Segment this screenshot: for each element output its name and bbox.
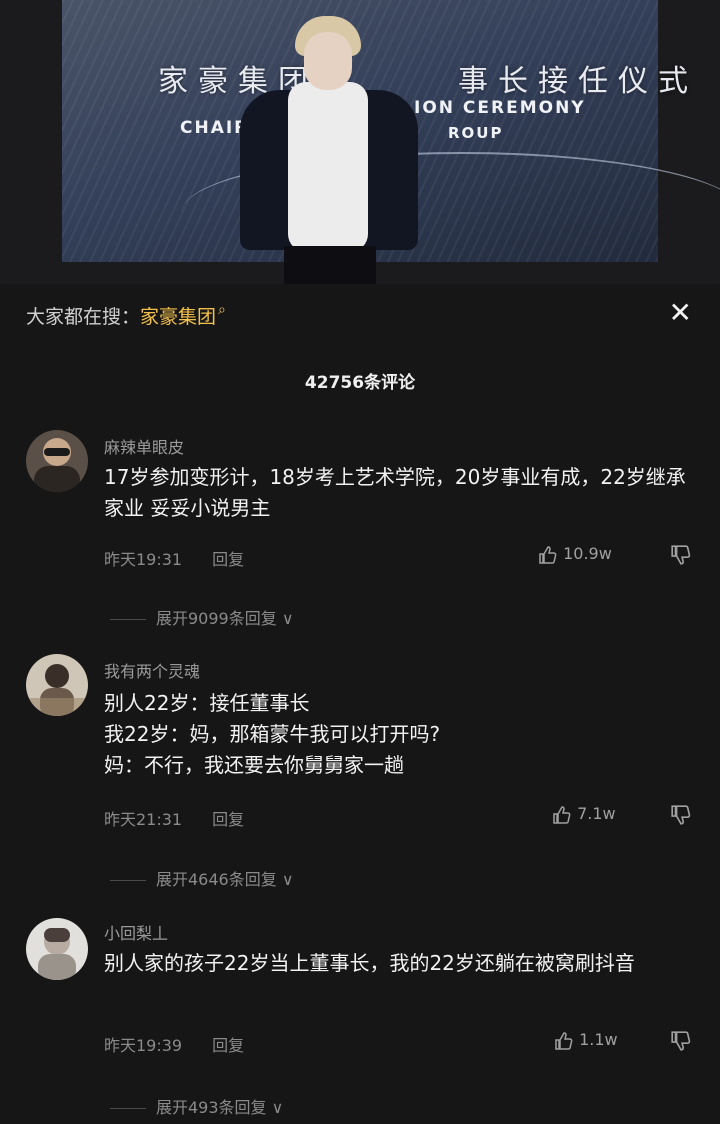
chevron-down-icon: ∨ bbox=[281, 609, 294, 628]
banner-english-line2: ROUP bbox=[448, 124, 504, 142]
comment-item: 小回梨丄 别人家的孩子22岁当上董事长，我的22岁还躺在被窝刷抖音 昨天19:3… bbox=[0, 918, 720, 1118]
chevron-down-icon: ∨ bbox=[281, 870, 294, 889]
reply-button[interactable]: 回复 bbox=[212, 1036, 244, 1055]
trending-search-term[interactable]: 家豪集团 bbox=[140, 306, 216, 328]
like-button[interactable]: 10.9w bbox=[538, 544, 612, 565]
expand-replies-label: 展开4646条回复 bbox=[156, 870, 277, 889]
comment-time: 昨天19:39 bbox=[104, 1036, 183, 1055]
thumbs-down-icon bbox=[671, 1031, 691, 1051]
banner-chinese-right: 事长接任仪式 bbox=[458, 64, 698, 99]
dislike-button[interactable] bbox=[670, 544, 692, 566]
trending-search-label: 大家都在搜： bbox=[26, 306, 141, 328]
divider-line bbox=[110, 1108, 146, 1109]
thumbs-down-icon bbox=[671, 545, 691, 565]
expand-replies-button[interactable]: 展开9099条回复 ∨ bbox=[110, 605, 294, 629]
banner-english-right: ION CEREMONY bbox=[414, 98, 586, 118]
comment-item: 麻辣单眼皮 17岁参加变形计，18岁考上艺术学院，20岁事业有成，22岁继承家业… bbox=[0, 430, 720, 630]
comment-text: 别人家的孩子22岁当上董事长，我的22岁还躺在被窝刷抖音 bbox=[104, 951, 635, 975]
comment-username[interactable]: 麻辣单眼皮 bbox=[104, 434, 184, 458]
reply-button[interactable]: 回复 bbox=[212, 550, 244, 569]
close-button[interactable]: ✕ bbox=[669, 296, 692, 329]
comment-text: 别人22岁：接任董事长 我22岁：妈，那箱蒙牛我可以打开吗? 妈：不行，我还要去… bbox=[104, 691, 441, 777]
thumbs-up-icon bbox=[553, 805, 571, 824]
like-button[interactable]: 7.1w bbox=[552, 804, 616, 825]
comment-meta: 昨天21:31 回复 bbox=[104, 806, 244, 830]
comments-panel: 大家都在搜：家豪集团 ⌕ ✕ 42756条评论 麻辣单眼皮 17岁参加变形计，18… bbox=[0, 284, 720, 1124]
expand-replies-label: 展开493条回复 bbox=[156, 1098, 267, 1117]
avatar[interactable] bbox=[26, 654, 88, 716]
chevron-down-icon: ∨ bbox=[271, 1098, 284, 1117]
comment-meta: 昨天19:31 回复 bbox=[104, 546, 244, 570]
comment-meta: 昨天19:39 回复 bbox=[104, 1032, 244, 1056]
expand-replies-button[interactable]: 展开493条回复 ∨ bbox=[110, 1094, 283, 1118]
dislike-button[interactable] bbox=[670, 1030, 692, 1052]
thumbs-up-icon bbox=[555, 1031, 573, 1050]
search-icon: ⌕ bbox=[218, 302, 226, 318]
comment-item: 我有两个灵魂 别人22岁：接任董事长 我22岁：妈，那箱蒙牛我可以打开吗? 妈：… bbox=[0, 654, 720, 894]
comment-username[interactable]: 我有两个灵魂 bbox=[104, 658, 200, 682]
comment-time: 昨天21:31 bbox=[104, 810, 183, 829]
comment-time: 昨天19:31 bbox=[104, 550, 183, 569]
thumbs-down-icon bbox=[671, 805, 691, 825]
expand-replies-button[interactable]: 展开4646条回复 ∨ bbox=[110, 866, 294, 890]
comment-text: 17岁参加变形计，18岁考上艺术学院，20岁事业有成，22岁继承家业 妥妥小说男… bbox=[104, 465, 686, 520]
like-count: 7.1w bbox=[577, 804, 616, 823]
comment-count: 42756条评论 bbox=[304, 373, 416, 393]
comment-username[interactable]: 小回梨丄 bbox=[104, 920, 168, 944]
avatar[interactable] bbox=[26, 918, 88, 980]
speaker-figure bbox=[240, 10, 420, 284]
like-count: 1.1w bbox=[579, 1030, 618, 1049]
divider-line bbox=[110, 880, 146, 881]
reply-button[interactable]: 回复 bbox=[212, 810, 244, 829]
thumbs-up-icon bbox=[539, 545, 557, 564]
avatar[interactable] bbox=[26, 430, 88, 492]
like-count: 10.9w bbox=[563, 544, 612, 563]
divider-line bbox=[110, 619, 146, 620]
expand-replies-label: 展开9099条回复 bbox=[156, 609, 277, 628]
trending-search[interactable]: 大家都在搜：家豪集团 ⌕ bbox=[26, 302, 226, 329]
video-player[interactable]: 家豪集团 · 事长接任仪式 CHAIRMAN ION CEREMONY ROUP bbox=[0, 0, 720, 284]
like-button[interactable]: 1.1w bbox=[554, 1030, 618, 1051]
dislike-button[interactable] bbox=[670, 804, 692, 826]
